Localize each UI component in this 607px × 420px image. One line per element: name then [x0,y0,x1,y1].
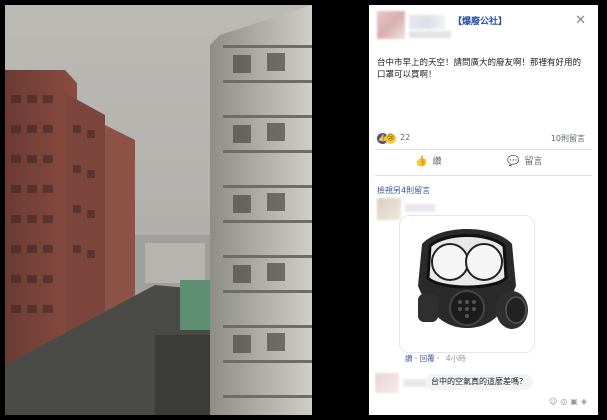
comment-time: 4小時 [445,354,466,363]
comments-count-link[interactable]: 10則留言 [551,133,585,144]
divider [375,149,592,150]
reply-text: 台中的空氣真的這麼差嗎？ [425,374,533,390]
replier-avatar[interactable] [375,373,399,393]
city-sky-photo [5,5,312,415]
like-button-label: 讚 [432,157,442,167]
sticker-icon[interactable]: ◈ [581,397,590,406]
post-header: 【爆廢公社】 ✕ [369,5,598,45]
reaction-count[interactable]: 22 [400,133,410,142]
commenter-avatar[interactable] [377,198,401,220]
replier-name[interactable] [403,379,427,387]
like-button[interactable]: 👍 讚 [415,154,441,167]
close-icon[interactable]: ✕ [575,13,586,28]
reply-comment: 台中的空氣真的這麼差嗎？ [369,369,598,393]
camera-icon[interactable]: ◎ [560,397,570,406]
comment-button-label: 留言 [524,157,543,167]
gif-icon[interactable]: ▣ [570,397,581,406]
thumb-up-icon: 👍 [415,156,428,167]
comment-reply-link[interactable]: 回覆 [420,354,435,363]
view-more-comments-link[interactable]: 檢視另4則留言 [377,185,430,196]
post-text: 台中市早上的天空！請問廣大的廢友啊！那裡有好用的口罩可以買啊！ [377,58,582,80]
sad-icon: 😢 [385,133,396,144]
comment-icon: 💬 [507,156,520,167]
gas-mask-image [418,229,528,329]
facebook-post-card: 【爆廢公社】 ✕ 台中市早上的天空！請問廣大的廢友啊！那裡有好用的口罩可以買啊！… [369,5,598,415]
composer-icons: ☺◎▣◈ [549,397,590,406]
comment-image[interactable] [399,215,535,353]
reaction-summary: 👍 😢 22 10則留言 [377,132,589,146]
post-meta [409,31,451,38]
comment-actions: 讚 · 回覆 · 4小時 [405,354,466,363]
page-name-link[interactable]: 【爆廢公社】 [453,14,507,27]
blurred-name [409,15,445,29]
divider [375,175,592,176]
city-sky-illustration [5,5,312,415]
commenter-name[interactable] [405,204,435,212]
emoji-icon[interactable]: ☺ [549,397,560,406]
page-avatar[interactable] [377,11,405,39]
comment-input-bar[interactable]: ☺◎▣◈ [375,397,592,411]
comment-button[interactable]: 💬 留言 [507,154,542,167]
comment-like-link[interactable]: 讚 [405,354,413,363]
